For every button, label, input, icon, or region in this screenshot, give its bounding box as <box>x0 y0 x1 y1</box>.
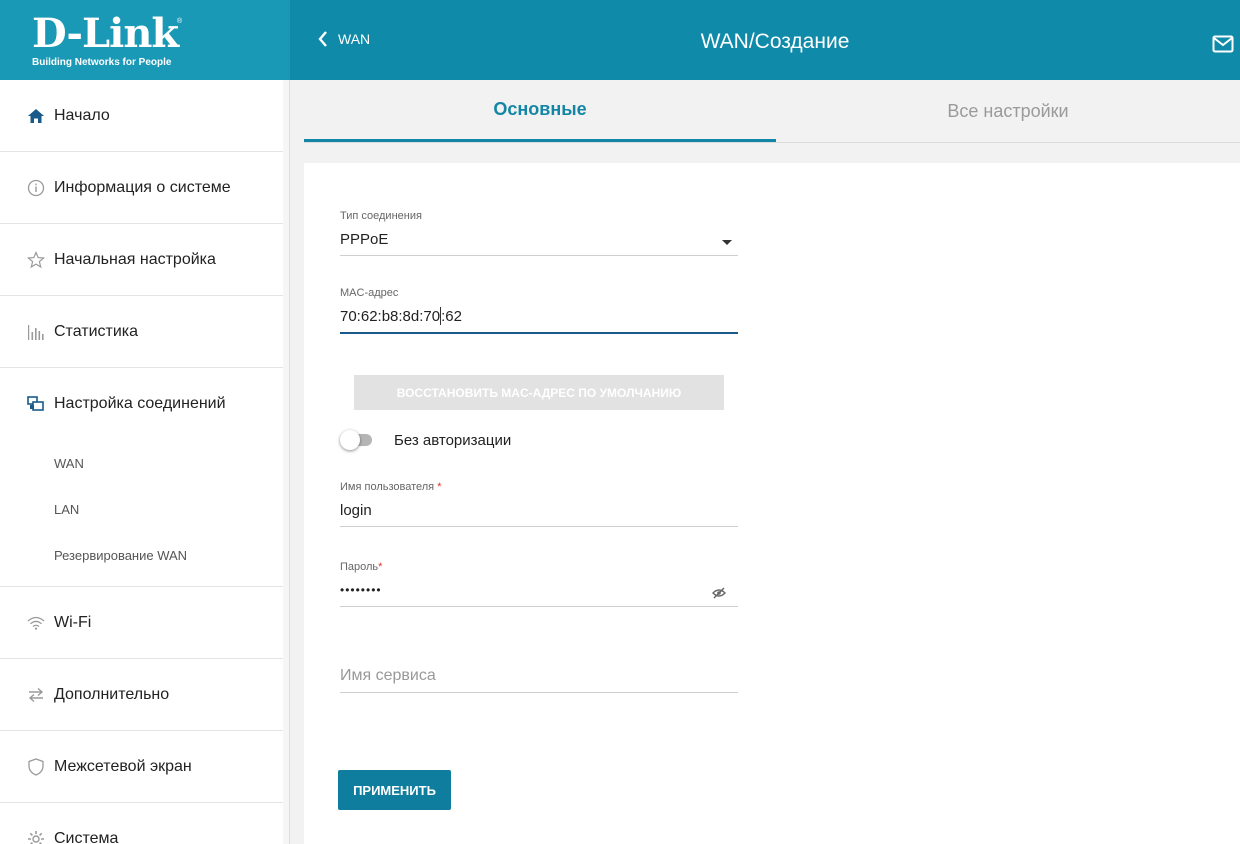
field-underline <box>340 606 738 607</box>
chevron-left-icon <box>318 31 327 47</box>
field-underline <box>340 255 738 256</box>
info-icon <box>24 179 48 197</box>
service-name-field[interactable]: Имя сервиса <box>340 665 738 693</box>
tab-all-settings[interactable]: Все настройки <box>776 80 1240 143</box>
connections-icon <box>24 396 48 412</box>
gear-icon <box>24 830 48 844</box>
service-name-input[interactable]: Имя сервиса <box>340 665 738 687</box>
no-auth-toggle[interactable] <box>340 430 374 450</box>
back-button[interactable]: WAN <box>318 31 370 47</box>
sidebar-item-system-info[interactable]: Информация о системе <box>0 152 289 224</box>
mac-address-input[interactable]: 70:62:b8:8d:70:62 <box>340 305 738 327</box>
tab-basic[interactable]: Основные <box>304 80 776 142</box>
logo-text: D-Link <box>32 10 179 57</box>
mail-icon[interactable] <box>1212 35 1234 58</box>
star-icon <box>24 250 48 269</box>
sidebar-item-home[interactable]: Начало <box>0 80 289 152</box>
sidebar-item-label: Дополнительно <box>54 685 170 703</box>
wifi-icon <box>24 616 48 630</box>
sidebar-item-system[interactable]: Система <box>0 803 289 844</box>
bar-chart-icon <box>24 323 48 341</box>
sidebar-item-label: Начало <box>54 106 110 124</box>
home-icon <box>24 108 48 123</box>
sidebar-scrollbar[interactable] <box>283 80 289 844</box>
logo-registered-mark: ® <box>177 18 183 25</box>
sidebar-item-initial-setup[interactable]: Начальная настройка <box>0 224 289 296</box>
username-label: Имя пользователя * <box>340 481 738 493</box>
username-label-text: Имя пользователя <box>340 481 435 493</box>
sidebar-item-label: Начальная настройка <box>54 250 216 268</box>
field-underline <box>340 692 738 693</box>
sidebar-item-label: Межсетевой экран <box>54 757 192 775</box>
connection-type-value: PPPoE <box>340 230 389 248</box>
sidebar-subitem-wan[interactable]: WAN <box>0 440 289 486</box>
eye-slash-icon[interactable] <box>712 586 726 604</box>
sidebar-item-firewall[interactable]: Межсетевой экран <box>0 731 289 803</box>
back-label: WAN <box>338 31 371 47</box>
sidebar-subitem-wan-backup[interactable]: Резервирование WAN <box>0 532 289 578</box>
sidebar-item-label: Статистика <box>54 322 139 340</box>
mac-address-label: MAC-адрес <box>340 287 399 299</box>
mac-address-value-part2: :62 <box>441 307 462 325</box>
sidebar-item-label: Wi-Fi <box>54 613 92 631</box>
mac-address-field[interactable]: MAC-адрес 70:62:b8:8d:70:62 <box>340 287 738 334</box>
password-label: Пароль* <box>340 561 738 573</box>
field-underline <box>340 526 738 527</box>
sidebar-item-advanced[interactable]: Дополнительно <box>0 659 289 731</box>
sidebar-item-label: Информация о системе <box>54 178 231 196</box>
sidebar-group-connections: Настройка соединений WAN LAN Резервирова… <box>0 368 289 587</box>
tab-bar: Основные Все настройки <box>304 80 1240 143</box>
page-title: WAN/Создание <box>700 30 850 53</box>
sidebar-item-label: Настройка соединений <box>54 395 226 412</box>
password-input[interactable]: •••••••• <box>340 579 738 601</box>
required-mark: * <box>378 561 383 573</box>
wan-form-card: Тип соединения PPPoE MAC-адрес 70:62:b8:… <box>304 163 1240 844</box>
username-field[interactable]: Имя пользователя * login <box>340 481 738 527</box>
password-label-text: Пароль <box>340 561 379 573</box>
connection-type-label: Тип соединения <box>340 210 422 222</box>
sidebar-subitem-lan[interactable]: LAN <box>0 486 289 532</box>
sidebar-item-statistics[interactable]: Статистика <box>0 296 289 368</box>
mac-address-value-part1: 70:62:b8:8d:70 <box>340 307 441 325</box>
no-auth-label: Без авторизации <box>394 431 512 449</box>
sidebar-item-wifi[interactable]: Wi-Fi <box>0 587 289 659</box>
no-auth-row: Без авторизации <box>340 430 511 450</box>
sidebar-item-connections[interactable]: Настройка соединений <box>0 368 289 440</box>
sidebar: Начало Информация о системе Начальная на… <box>0 80 290 844</box>
apply-button[interactable]: ПРИМЕНИТЬ <box>338 770 451 810</box>
logo-tagline: Building Networks for People <box>32 57 172 68</box>
username-input[interactable]: login <box>340 499 738 521</box>
sidebar-sublist: WAN LAN Резервирование WAN <box>0 440 289 586</box>
sidebar-item-label: Система <box>54 829 119 844</box>
password-field[interactable]: Пароль* •••••••• <box>340 561 738 607</box>
dlink-logo[interactable]: D-Link ® Building Networks for People <box>0 0 290 80</box>
shield-icon <box>24 757 48 776</box>
dropdown-arrow-icon <box>722 240 732 245</box>
connection-type-select[interactable]: Тип соединения PPPoE <box>340 210 738 256</box>
required-mark: * <box>437 481 442 493</box>
toggle-knob <box>340 430 360 450</box>
field-underline-active <box>340 332 738 334</box>
arrows-icon <box>24 687 48 703</box>
restore-default-mac-button[interactable]: ВОССТАНОВИТЬ MAC-АДРЕС ПО УМОЛЧАНИЮ <box>354 375 724 410</box>
top-bar: D-Link ® Building Networks for People WA… <box>0 0 1240 80</box>
